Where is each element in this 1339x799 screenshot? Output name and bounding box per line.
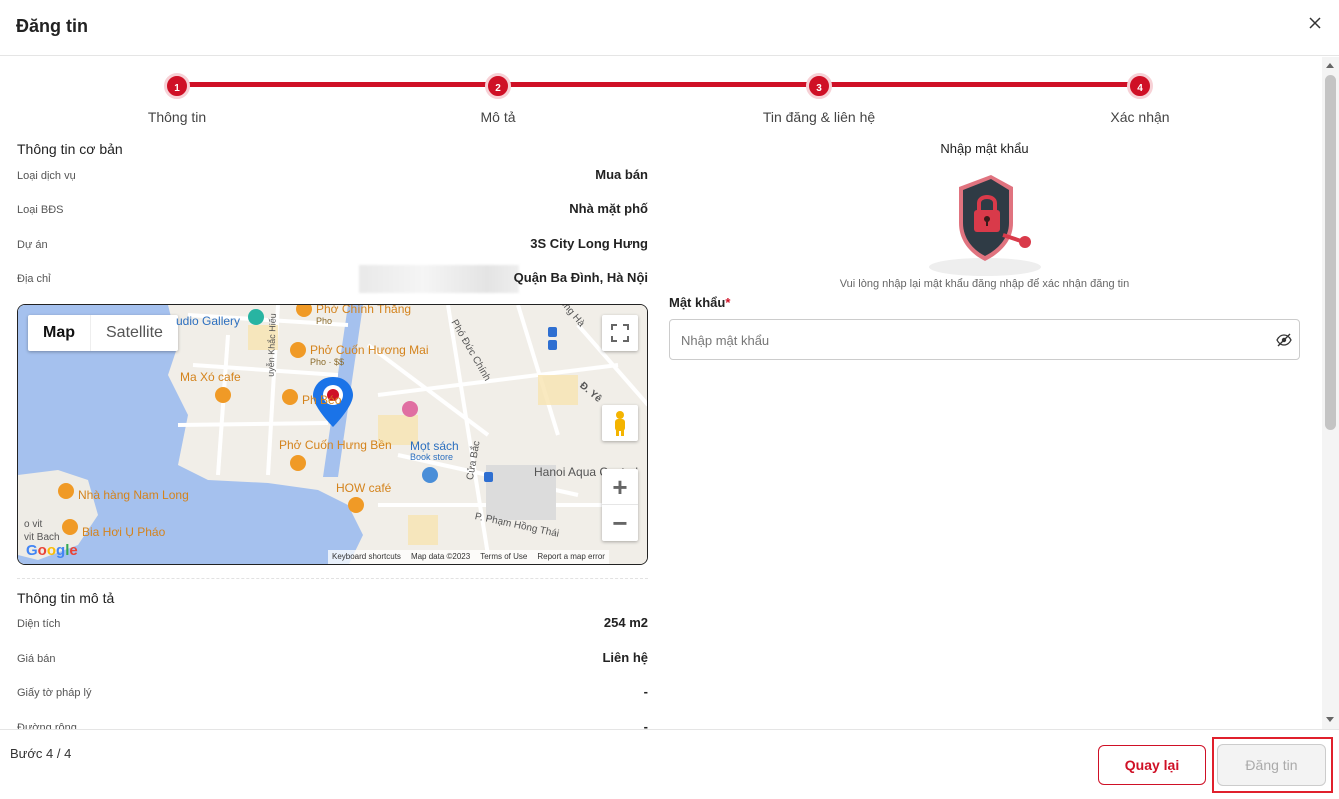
password-hint: Vui lòng nhập lại mật khẩu đăng nhập để … [839,278,1130,290]
step-2-label: Mô tả [480,109,516,125]
map-label: Pho · $$ [310,357,345,367]
map-label: Pho [316,316,333,326]
info-value: Quận Ba Đình, Hà Nội [513,270,648,285]
map-attribution: Keyboard shortcuts Map data ©2023 Terms … [328,550,609,564]
lock-shield-icon [929,175,1041,276]
map-label: Nhà hàng Nam Long [78,488,189,502]
map-label: Phở Cuốn Hưng Bền [279,438,392,452]
info-row: Diện tích 254 m2 [17,615,648,635]
required-mark: * [725,295,731,310]
step-1-dot: 1 [164,73,190,99]
section-divider [17,578,648,579]
info-key: Giá bán [17,653,56,665]
modal-title: Đăng tin [16,16,88,36]
eye-slash-icon[interactable] [1276,332,1292,348]
modal-body[interactable]: 1 Thông tin 2 Mô tả 3 Tin đăng & liên hệ… [0,57,1339,729]
info-value: 3S City Long Hưng [530,236,648,251]
map-label: Bia Hơi Ụ Pháo [82,525,166,539]
step-3-dot: 3 [806,73,832,99]
step-counter: Bước 4 / 4 [10,746,72,761]
zoom-in-button[interactable]: + [602,469,638,505]
google-logo: Google [26,542,78,559]
info-key: Địa chỉ [17,273,51,285]
info-value: 254 m2 [603,615,648,630]
post-listing-modal: Đăng tin 1 Thông tin 2 Mô tả 3 Tin đăng … [0,0,1339,799]
info-row: Loại dịch vụ Mua bán [17,167,648,187]
zoom-out-button[interactable]: − [602,505,638,541]
map-data-text: Map data ©2023 [410,552,471,561]
address-row: Địa chỉ Quận Ba Đình, Hà Nội [17,265,648,293]
scroll-up-arrow-icon[interactable] [1326,63,1334,68]
terms-link[interactable]: Terms of Use [480,550,527,564]
map-label: Phở Cuốn Hương Mai [310,343,429,357]
stepper-line [177,82,1139,87]
info-row: Giá bán Liên hệ [17,650,648,670]
location-map[interactable]: Map Satellite udio Gallery Phở Chính Thắ… [17,304,648,565]
info-value: - [643,719,648,729]
map-label: HOW café [336,481,392,495]
step-2-dot: 2 [485,73,511,99]
map-label: Book store [410,452,454,462]
map-label: o vit [24,519,43,530]
step-1-label: Thông tin [147,109,207,125]
close-icon[interactable] [1305,13,1325,33]
basic-info-title: Thông tin cơ bản [17,141,123,157]
fullscreen-button[interactable] [602,315,638,351]
description-info-title: Thông tin mô tả [17,590,115,606]
post-listing-button[interactable]: Đăng tin [1217,744,1326,786]
info-value: Liên hệ [602,650,648,665]
keyboard-shortcuts-link[interactable]: Keyboard shortcuts [332,550,401,564]
scroll-down-arrow-icon[interactable] [1326,717,1334,722]
info-row: Đường rộng - [17,719,648,729]
zoom-control: + − [602,469,638,541]
map-type-satellite-button[interactable]: Satellite [90,315,178,351]
info-key: Đường rộng [17,722,77,729]
street-view-button[interactable] [602,405,638,441]
password-label: Mật khẩu* [669,295,730,310]
back-button[interactable]: Quay lại [1098,745,1206,785]
modal-footer: Bước 4 / 4 Quay lại Đăng tin [0,729,1339,799]
scrollbar-thumb[interactable] [1325,75,1336,430]
map-type-map-button[interactable]: Map [28,315,90,351]
password-heading: Nhập mật khẩu [940,141,1029,156]
step-3-label: Tin đăng & liên hệ [762,109,876,125]
info-row: Dự án 3S City Long Hưng [17,236,648,256]
info-row: Loại BĐS Nhà mặt phố [17,201,648,221]
info-row: Giấy tờ pháp lý - [17,684,648,704]
info-key: Dự án [17,239,48,251]
info-value: Mua bán [595,167,648,182]
map-label: Mọt sách [410,439,459,453]
modal-header: Đăng tin [0,0,1339,56]
progress-stepper: 1 Thông tin 2 Mô tả 3 Tin đăng & liên hệ… [0,57,1320,129]
info-key: Giấy tờ pháp lý [17,687,92,699]
password-label-text: Mật khẩu [669,295,726,310]
step-4-label: Xác nhận [1110,109,1170,125]
info-value: - [643,684,648,699]
map-label: Ph Béo [302,393,342,407]
info-key: Diện tích [17,618,61,630]
fullscreen-icon [611,324,629,342]
pegman-icon [615,411,625,436]
step-4-dot: 4 [1127,73,1153,99]
map-label: udio Gallery [176,314,241,328]
map-type-control: Map Satellite [28,315,178,351]
report-error-link[interactable]: Report a map error [537,550,605,564]
modal-scrollbar[interactable] [1322,57,1339,729]
address-redacted [359,265,519,293]
info-key: Loại dịch vụ [17,170,76,182]
info-key: Loại BĐS [17,204,64,216]
info-value: Nhà mặt phố [569,201,648,216]
map-label: Phở Chính Thắng [316,304,412,316]
password-input[interactable] [681,330,1261,350]
password-field-wrapper [669,319,1300,360]
map-label: Ma Xó cafe [180,370,241,384]
